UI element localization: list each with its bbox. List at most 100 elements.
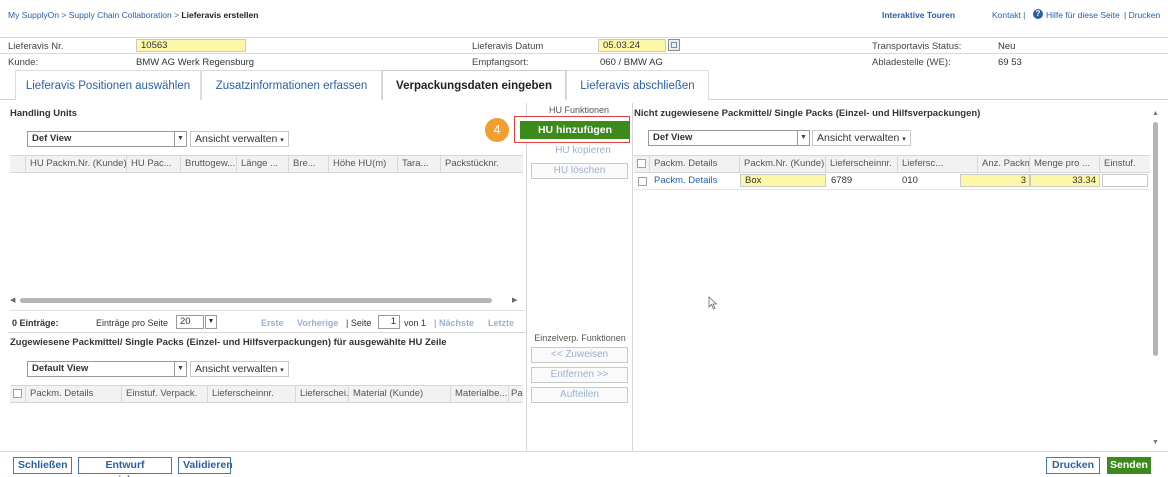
col-lieferscheinnr[interactable]: Lieferscheinnr.: [826, 156, 898, 172]
breadcrumb-mysupplyon[interactable]: My SupplyOn: [8, 10, 59, 20]
scroll-up-icon[interactable]: ▲: [1152, 110, 1160, 118]
checkbox[interactable]: [638, 177, 647, 186]
save-draft-button[interactable]: Entwurf speichern: [78, 457, 172, 477]
hu-functions-title: HU Funktionen: [548, 105, 610, 115]
scroll-right-icon[interactable]: ▶: [512, 297, 519, 304]
packm-nr-field[interactable]: Box: [740, 174, 826, 187]
hu-delete-button[interactable]: HU löschen: [531, 163, 628, 179]
col-hu-pac[interactable]: HU Pac...: [127, 156, 181, 172]
tab-abschliessen[interactable]: Lieferavis abschließen: [566, 70, 709, 100]
anz-packm-field[interactable]: 3: [960, 174, 1030, 187]
col-tara[interactable]: Tara...: [398, 156, 441, 172]
col-lieferschei[interactable]: Lieferschei...: [296, 386, 349, 402]
last-page-link[interactable]: Letzte: [488, 318, 514, 328]
col-bruttogew[interactable]: Bruttogew...: [181, 156, 237, 172]
cursor-icon: [708, 296, 718, 313]
tab-zusatzinformationen[interactable]: Zusatzinformationen erfassen: [201, 70, 382, 100]
kunde-value: BMW AG Werk Regensburg: [136, 57, 255, 68]
assigned-ansicht-verwalten[interactable]: Ansicht verwalten ▾: [190, 361, 289, 377]
col-packm-nr-kunde[interactable]: Packm.Nr. (Kunde): [740, 156, 826, 172]
assigned-view-select[interactable]: Default View ▼: [27, 361, 187, 377]
col-anz-packm[interactable]: Anz. Packm.: [978, 156, 1030, 172]
breadcrumb-scc[interactable]: Supply Chain Collaboration: [69, 10, 172, 20]
col-packm-details[interactable]: Packm. Details: [650, 156, 740, 172]
col-materialbe[interactable]: Materialbe...: [451, 386, 509, 402]
col-pa[interactable]: Pa: [509, 386, 523, 402]
remove-button[interactable]: Entfernen >>: [531, 367, 628, 383]
prev-page-link[interactable]: Vorherige: [297, 318, 338, 328]
validate-button[interactable]: Validieren: [178, 457, 233, 474]
einstuf-field[interactable]: [1102, 174, 1148, 187]
print-label: Drucken: [1051, 459, 1094, 471]
divider: [0, 37, 1168, 38]
scroll-down-icon[interactable]: ▼: [1152, 439, 1160, 447]
chevron-down-icon[interactable]: ▼: [205, 315, 217, 329]
step-badge: 4: [485, 118, 509, 142]
col-packm-details[interactable]: Packm. Details: [26, 386, 122, 402]
tab-positionen[interactable]: Lieferavis Positionen auswählen: [15, 70, 201, 100]
divider: [0, 53, 1168, 54]
unassigned-panel-title: Nicht zugewiesene Packmittel/ Single Pac…: [634, 108, 981, 119]
chevron-down-icon: ▼: [174, 132, 186, 146]
transport-status-value: Neu: [998, 41, 1016, 52]
col-lieferscheinnr[interactable]: Lieferscheinnr.: [208, 386, 296, 402]
menge-pro-field[interactable]: 33.34: [1030, 174, 1100, 187]
unassigned-ansicht-verwalten[interactable]: Ansicht verwalten ▾: [812, 130, 911, 146]
contact-link[interactable]: Kontakt |: [992, 10, 1025, 20]
page-input[interactable]: 1: [378, 315, 400, 329]
select-all-checkbox[interactable]: [637, 159, 646, 168]
send-button[interactable]: Senden: [1107, 457, 1151, 474]
select-all-checkbox[interactable]: [13, 389, 22, 398]
lieferavis-nr-field[interactable]: 10563: [136, 39, 246, 52]
packm-details-link[interactable]: Packm. Details: [654, 175, 717, 186]
hu-copy-button[interactable]: HU kopieren: [538, 145, 628, 156]
col-hu-packm-nr[interactable]: HU Packm.Nr. (Kunde): [26, 156, 127, 172]
col-liefersc[interactable]: Liefersc...: [898, 156, 978, 172]
col-einstuf-verpack[interactable]: Einstuf. Verpack.: [122, 386, 208, 402]
col-laenge[interactable]: Länge ...: [237, 156, 289, 172]
handling-units-title: Handling Units: [10, 108, 78, 119]
table-row[interactable]: Packm. Details Box 6789 010 3 33.34: [634, 173, 1150, 190]
hu-ansicht-verwalten[interactable]: Ansicht verwalten ▾: [190, 131, 289, 147]
transport-status-label: Transportavis Status:: [872, 41, 962, 52]
hu-view-select[interactable]: Def View ▼: [27, 131, 187, 147]
per-page-select[interactable]: 20: [176, 315, 204, 329]
first-page-link[interactable]: Erste: [261, 318, 284, 328]
datum-field[interactable]: 05.03.24: [598, 39, 666, 52]
tab-verpackungsdaten[interactable]: Verpackungsdaten eingeben: [382, 70, 566, 100]
unassigned-view-select[interactable]: Def View ▼: [648, 130, 810, 146]
assign-button[interactable]: << Zuweisen: [531, 347, 628, 363]
page-label: | Seite: [346, 318, 372, 328]
print-button[interactable]: Drucken ▾: [1046, 457, 1100, 474]
row-checkbox[interactable]: [638, 177, 647, 186]
close-button[interactable]: Schließen: [13, 457, 72, 474]
calendar-icon[interactable]: [668, 39, 680, 51]
col-menge-pro[interactable]: Menge pro ...: [1030, 156, 1100, 172]
divider: [632, 103, 633, 451]
col-breite[interactable]: Bre...: [289, 156, 329, 172]
interactive-tours-link[interactable]: Interaktive Touren: [882, 10, 955, 20]
lieferscheinnr-cell: 6789: [831, 175, 853, 186]
col-packstuecknr[interactable]: Packstücknr.: [441, 156, 523, 172]
hu-view-value: Def View: [32, 133, 72, 144]
empfangsort-label: Empfangsort:: [472, 57, 529, 68]
hu-horizontal-scrollbar[interactable]: [20, 298, 492, 303]
datum-label: Lieferavis Datum: [472, 41, 544, 52]
help-link[interactable]: Hilfe für diese Seite: [1046, 10, 1120, 20]
assigned-panel-title: Zugewiesene Packmittel/ Single Packs (Ei…: [10, 337, 447, 348]
page-of-label: von 1: [404, 318, 427, 328]
col-hoehe[interactable]: Höhe HU(m): [329, 156, 398, 172]
entries-count: 0 Einträge:: [12, 318, 59, 328]
lieferavis-nr-label: Lieferavis Nr.: [8, 41, 64, 52]
print-link[interactable]: | Drucken: [1124, 10, 1160, 20]
col-einstuf[interactable]: Einstuf.: [1100, 156, 1150, 172]
col-material-kunde[interactable]: Material (Kunde): [349, 386, 451, 402]
scroll-left-icon[interactable]: ◀: [10, 297, 17, 304]
ansicht-label: Ansicht verwalten: [195, 133, 278, 145]
help-icon[interactable]: ?: [1033, 9, 1043, 19]
vertical-scrollbar[interactable]: [1153, 122, 1158, 356]
assigned-view-value: Default View: [32, 363, 89, 374]
hu-add-button[interactable]: HU hinzufügen: [520, 121, 630, 139]
next-page-link[interactable]: | Nächste: [434, 318, 474, 328]
split-button[interactable]: Aufteilen: [531, 387, 628, 403]
